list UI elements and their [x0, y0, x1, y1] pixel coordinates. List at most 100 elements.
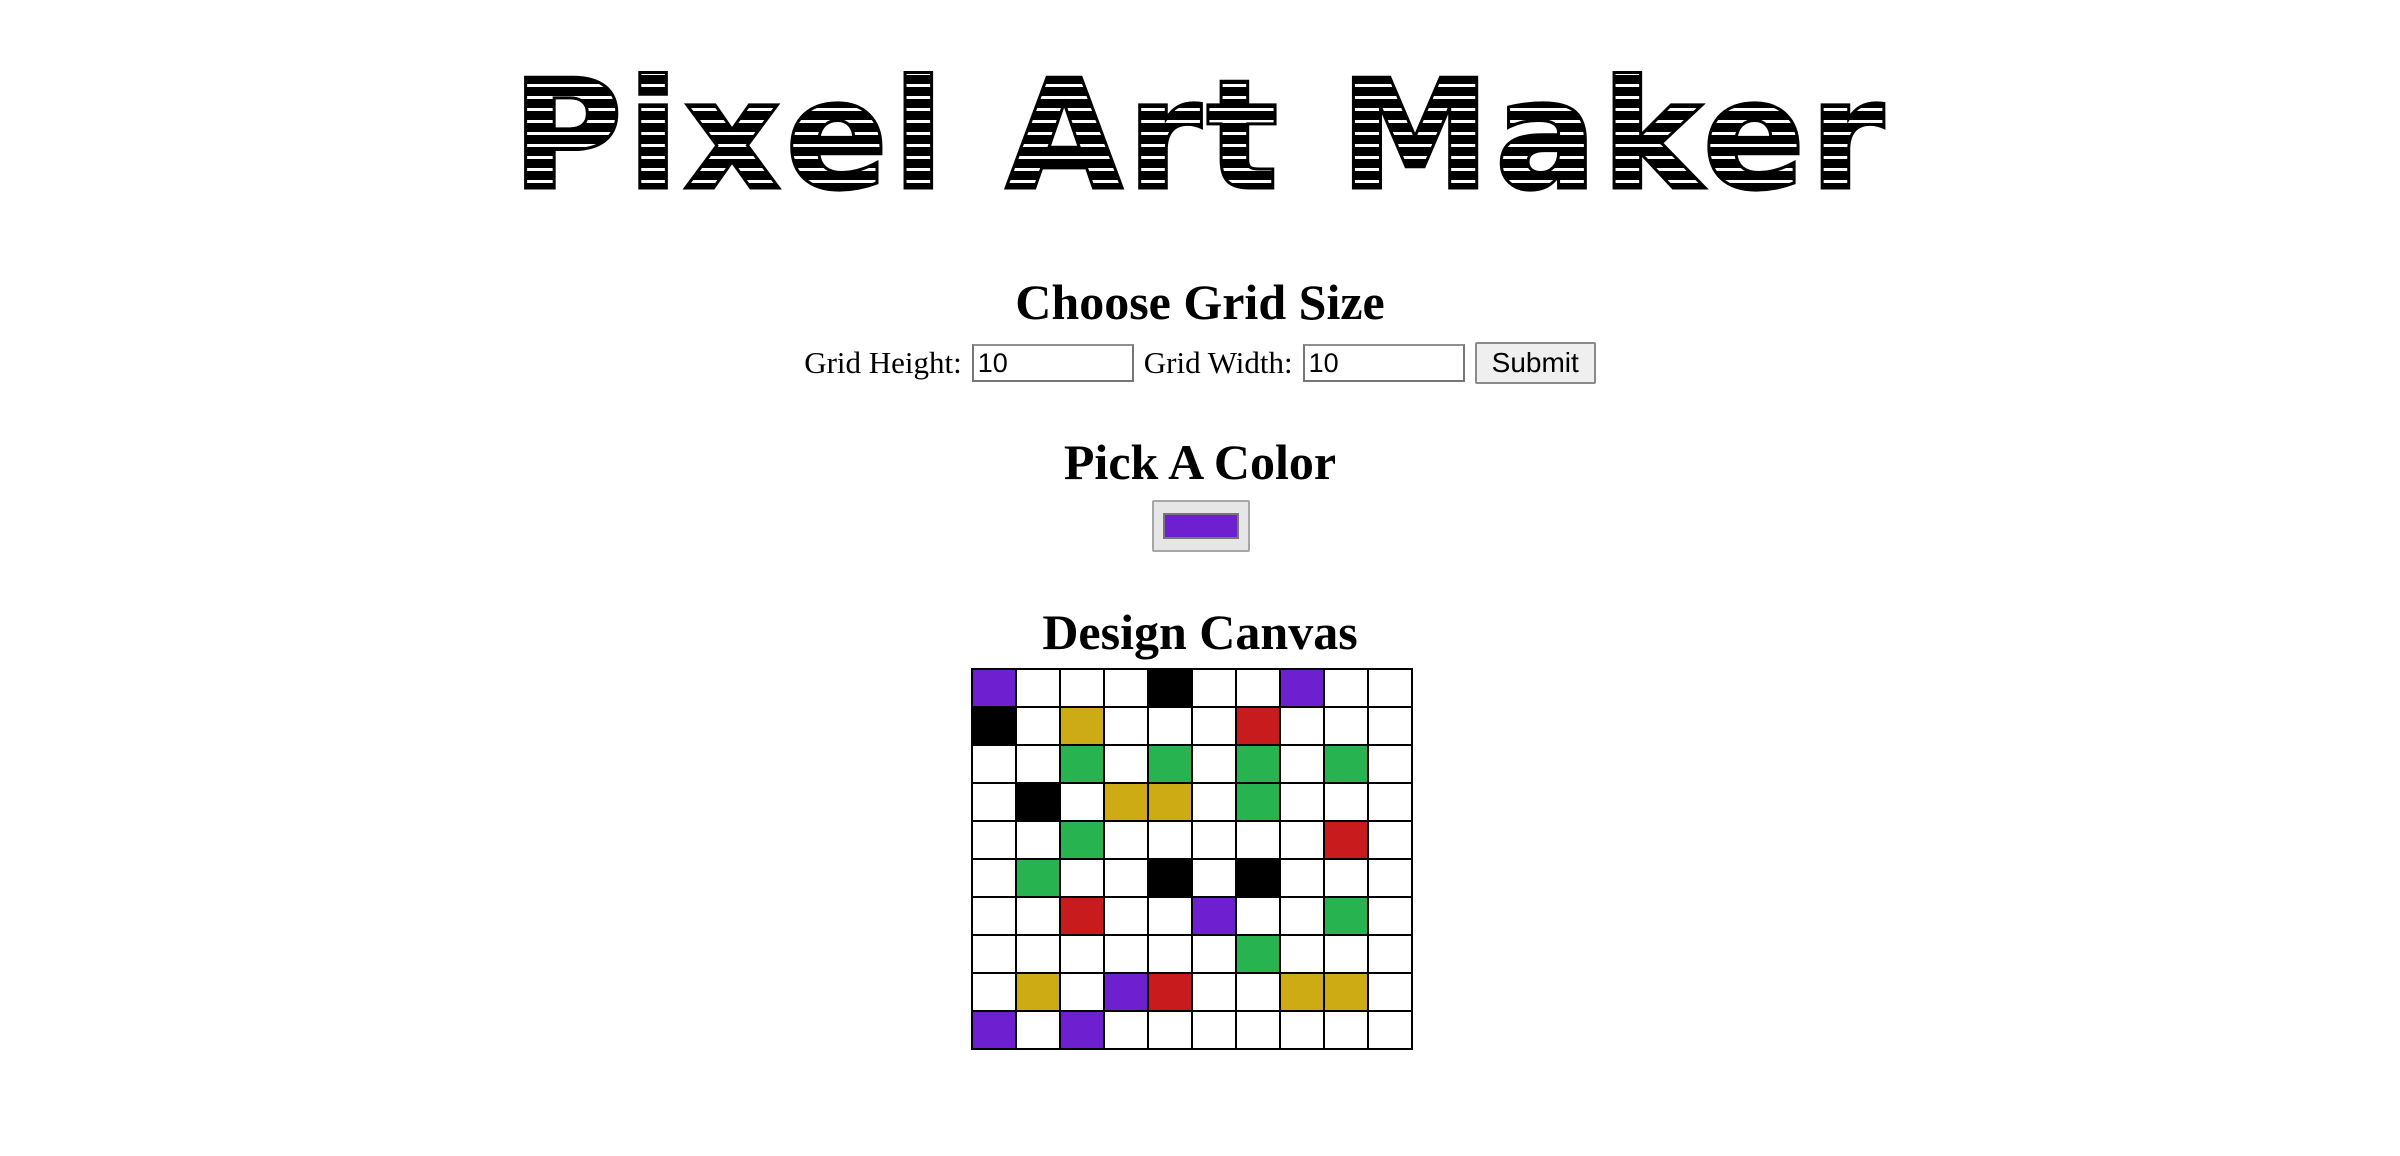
grid-cell[interactable] [1103, 858, 1149, 898]
grid-cell[interactable] [1279, 820, 1325, 860]
grid-cell[interactable] [1191, 896, 1237, 936]
grid-cell[interactable] [1191, 782, 1237, 822]
grid-cell[interactable] [1279, 858, 1325, 898]
grid-cell[interactable] [1103, 896, 1149, 936]
grid-height-input[interactable] [971, 344, 1134, 382]
grid-cell[interactable] [1147, 934, 1193, 974]
grid-cell[interactable] [1323, 744, 1369, 784]
grid-cell[interactable] [1103, 934, 1149, 974]
grid-cell[interactable] [971, 934, 1017, 974]
grid-cell[interactable] [1367, 668, 1413, 708]
grid-cell[interactable] [1367, 820, 1413, 860]
grid-cell[interactable] [1323, 934, 1369, 974]
grid-cell[interactable] [971, 744, 1017, 784]
grid-cell[interactable] [1279, 782, 1325, 822]
grid-cell[interactable] [1015, 744, 1061, 784]
grid-cell[interactable] [971, 706, 1017, 746]
grid-cell[interactable] [1235, 706, 1281, 746]
grid-cell[interactable] [1323, 820, 1369, 860]
grid-cell[interactable] [1367, 858, 1413, 898]
grid-cell[interactable] [1235, 972, 1281, 1012]
grid-cell[interactable] [1235, 744, 1281, 784]
grid-cell[interactable] [971, 782, 1017, 822]
grid-cell[interactable] [1323, 668, 1369, 708]
grid-cell[interactable] [1279, 744, 1325, 784]
grid-cell[interactable] [1015, 896, 1061, 936]
grid-cell[interactable] [1323, 1010, 1369, 1050]
grid-cell[interactable] [1103, 668, 1149, 708]
grid-cell[interactable] [1279, 972, 1325, 1012]
grid-cell[interactable] [1279, 934, 1325, 974]
grid-cell[interactable] [1015, 706, 1061, 746]
grid-cell[interactable] [1015, 858, 1061, 898]
grid-cell[interactable] [1147, 782, 1193, 822]
grid-cell[interactable] [1367, 744, 1413, 784]
grid-cell[interactable] [1235, 1010, 1281, 1050]
grid-cell[interactable] [1191, 934, 1237, 974]
grid-cell[interactable] [1059, 782, 1105, 822]
grid-cell[interactable] [1235, 820, 1281, 860]
grid-cell[interactable] [1147, 668, 1193, 708]
grid-cell[interactable] [971, 668, 1017, 708]
grid-cell[interactable] [1103, 972, 1149, 1012]
grid-cell[interactable] [1191, 972, 1237, 1012]
grid-cell[interactable] [1147, 896, 1193, 936]
grid-cell[interactable] [971, 820, 1017, 860]
grid-cell[interactable] [1367, 896, 1413, 936]
grid-cell[interactable] [1235, 668, 1281, 708]
grid-cell[interactable] [1367, 1010, 1413, 1050]
grid-cell[interactable] [1323, 706, 1369, 746]
grid-cell[interactable] [1015, 934, 1061, 974]
grid-cell[interactable] [1059, 706, 1105, 746]
color-picker[interactable] [1152, 500, 1250, 552]
grid-cell[interactable] [1103, 1010, 1149, 1050]
grid-cell[interactable] [1015, 668, 1061, 708]
grid-cell[interactable] [1015, 1010, 1061, 1050]
grid-cell[interactable] [1323, 782, 1369, 822]
grid-cell[interactable] [1279, 668, 1325, 708]
grid-cell[interactable] [1191, 744, 1237, 784]
grid-cell[interactable] [1191, 858, 1237, 898]
grid-cell[interactable] [1059, 668, 1105, 708]
grid-cell[interactable] [1015, 782, 1061, 822]
grid-cell[interactable] [1059, 820, 1105, 860]
grid-cell[interactable] [1147, 706, 1193, 746]
grid-cell[interactable] [1059, 1010, 1105, 1050]
grid-cell[interactable] [1367, 706, 1413, 746]
grid-cell[interactable] [1279, 1010, 1325, 1050]
submit-button[interactable]: Submit [1474, 342, 1596, 384]
grid-cell[interactable] [1147, 1010, 1193, 1050]
grid-cell[interactable] [971, 858, 1017, 898]
grid-cell[interactable] [1323, 972, 1369, 1012]
grid-cell[interactable] [1103, 782, 1149, 822]
grid-cell[interactable] [1059, 896, 1105, 936]
grid-cell[interactable] [1191, 1010, 1237, 1050]
grid-cell[interactable] [1191, 668, 1237, 708]
grid-cell[interactable] [1367, 782, 1413, 822]
grid-cell[interactable] [1235, 858, 1281, 898]
grid-cell[interactable] [1235, 782, 1281, 822]
grid-cell[interactable] [1147, 744, 1193, 784]
grid-cell[interactable] [1191, 820, 1237, 860]
grid-cell[interactable] [1191, 706, 1237, 746]
grid-cell[interactable] [971, 896, 1017, 936]
grid-cell[interactable] [1279, 706, 1325, 746]
grid-cell[interactable] [1059, 972, 1105, 1012]
grid-width-input[interactable] [1302, 344, 1465, 382]
grid-cell[interactable] [1015, 820, 1061, 860]
grid-cell[interactable] [1323, 858, 1369, 898]
grid-cell[interactable] [1059, 934, 1105, 974]
grid-cell[interactable] [1235, 896, 1281, 936]
grid-cell[interactable] [1147, 858, 1193, 898]
grid-cell[interactable] [971, 972, 1017, 1012]
grid-cell[interactable] [1279, 896, 1325, 936]
grid-cell[interactable] [1323, 896, 1369, 936]
grid-cell[interactable] [1367, 934, 1413, 974]
grid-cell[interactable] [1367, 972, 1413, 1012]
grid-cell[interactable] [1103, 744, 1149, 784]
grid-cell[interactable] [1015, 972, 1061, 1012]
grid-cell[interactable] [1103, 706, 1149, 746]
grid-cell[interactable] [1235, 934, 1281, 974]
grid-cell[interactable] [1059, 744, 1105, 784]
grid-cell[interactable] [971, 1010, 1017, 1050]
